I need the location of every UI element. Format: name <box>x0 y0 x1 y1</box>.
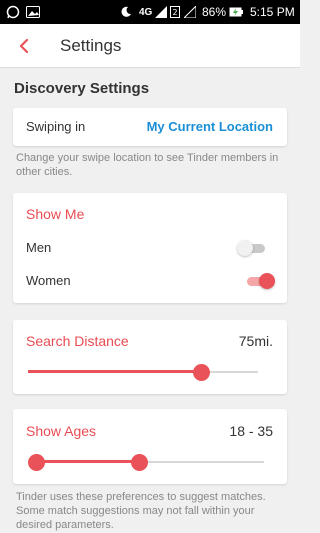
men-toggle[interactable] <box>237 239 267 257</box>
min-age-knob[interactable] <box>28 454 45 471</box>
search-distance-knob[interactable] <box>192 364 210 381</box>
swipe-location-help: Change your swipe location to see Tinder… <box>16 152 279 178</box>
show-ages-heading: Show Ages <box>26 423 97 439</box>
slider-fill <box>28 370 201 373</box>
network-type: 4G <box>139 6 153 18</box>
status-bar: 4G 2 86% 5:15 PM <box>0 0 300 24</box>
show-ages-card: Show Ages 18 - 35 <box>13 409 287 484</box>
search-distance-slider[interactable] <box>28 362 258 382</box>
preferences-footnote: Tinder uses these preferences to suggest… <box>16 491 266 531</box>
swiping-location-row[interactable]: Swiping in My Current Location <box>13 108 287 146</box>
image-notification-icon <box>26 0 40 24</box>
slider-fill <box>36 460 139 463</box>
page-title: Settings <box>60 36 122 55</box>
search-distance-value: 75mi. <box>238 333 273 349</box>
battery-percent: 86% <box>202 5 227 19</box>
clock: 5:15 PM <box>250 5 295 19</box>
sim-2-icon: 2 <box>170 0 180 24</box>
show-me-heading: Show Me <box>26 206 85 222</box>
app-bar: Settings <box>0 24 300 68</box>
whatsapp-icon <box>6 0 20 24</box>
search-distance-heading: Search Distance <box>26 333 129 349</box>
svg-text:2: 2 <box>172 8 177 17</box>
search-distance-card: Search Distance 75mi. <box>13 320 287 394</box>
battery-charging-icon <box>229 0 243 24</box>
discovery-settings-heading: Discovery Settings <box>14 80 150 97</box>
signal-icon <box>155 0 167 24</box>
show-me-card: Show Me Men Women <box>13 193 287 303</box>
women-toggle[interactable] <box>245 272 275 290</box>
max-age-knob[interactable] <box>130 454 148 471</box>
current-location-link[interactable]: My Current Location <box>147 119 273 134</box>
men-toggle-thumb <box>237 240 253 256</box>
women-label: Women <box>26 273 71 288</box>
show-ages-slider[interactable] <box>28 452 264 472</box>
men-label: Men <box>26 240 52 255</box>
chevron-left-icon <box>19 38 29 54</box>
back-button[interactable] <box>8 28 40 64</box>
do-not-disturb-moon-icon <box>120 0 132 24</box>
signal-2-icon <box>184 0 196 24</box>
women-toggle-thumb <box>259 273 275 289</box>
show-ages-value: 18 - 35 <box>229 423 273 439</box>
swiping-in-label: Swiping in <box>26 119 86 134</box>
